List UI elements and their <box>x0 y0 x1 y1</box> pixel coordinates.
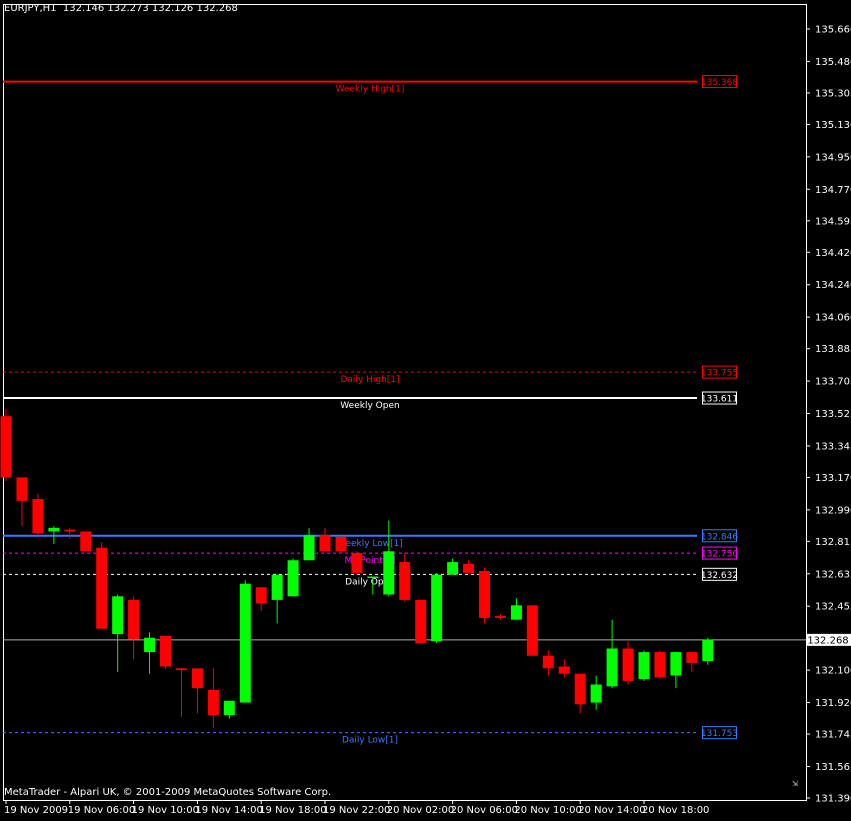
daily_open-price-label: 132.632 <box>701 571 738 581</box>
weekly_low-price-label: 132.846 <box>701 532 738 542</box>
daily_high-label: Daily High[1] <box>340 375 399 385</box>
y-tick-label: 133.525 <box>815 409 851 420</box>
candle-bear[interactable] <box>255 587 267 604</box>
candle-bear[interactable] <box>319 535 331 552</box>
candle-bull[interactable] <box>606 648 618 687</box>
candle-bull[interactable] <box>223 700 235 716</box>
scroll-shift-icon[interactable]: ⇲ <box>792 778 798 789</box>
copyright-text: MetaTrader - Alpari UK, © 2001-2009 Meta… <box>4 787 332 798</box>
bid-price-label: 132.268 <box>807 635 848 646</box>
candle-bear[interactable] <box>558 666 570 674</box>
candle-bull[interactable] <box>590 684 602 703</box>
weekly_open-price-label: 133.611 <box>701 395 738 405</box>
candle-bear[interactable] <box>207 689 219 716</box>
candle-bull[interactable] <box>383 551 395 595</box>
candle-bear[interactable] <box>175 668 187 671</box>
candle-bull[interactable] <box>144 637 156 653</box>
y-tick-label: 131.390 <box>815 794 851 805</box>
x-tick-label: 20 Nov 18:00 <box>642 805 709 816</box>
candle-bear[interactable] <box>542 655 554 669</box>
daily_high-price-label: 133.755 <box>701 369 738 379</box>
candle-bear[interactable] <box>351 553 363 573</box>
candle-bull[interactable] <box>367 576 379 578</box>
candle-bear[interactable] <box>622 648 634 681</box>
candle-bull[interactable] <box>670 652 682 676</box>
y-tick-label: 133.170 <box>815 473 851 484</box>
candle-bear[interactable] <box>415 599 427 644</box>
x-tick-label: 20 Nov 14:00 <box>578 805 645 816</box>
daily_low-price-label: 131.753 <box>701 729 738 739</box>
x-tick-label: 19 Nov 10:00 <box>132 805 199 816</box>
candle-bear[interactable] <box>686 652 698 663</box>
y-tick-label: 135.130 <box>815 120 851 131</box>
candle-bear[interactable] <box>128 599 140 640</box>
candle-bear[interactable] <box>335 536 347 552</box>
candle-bull[interactable] <box>239 583 251 703</box>
candle-bear[interactable] <box>64 529 76 532</box>
x-tick-label: 19 Nov 14:00 <box>195 805 262 816</box>
candle-bear[interactable] <box>160 635 171 667</box>
candle-bear[interactable] <box>399 562 411 600</box>
candle-bull[interactable] <box>638 652 650 680</box>
y-tick-label: 134.060 <box>815 313 851 324</box>
candle-bear[interactable] <box>96 547 108 629</box>
candle-bull[interactable] <box>112 596 124 635</box>
x-tick-label: 19 Nov 22:00 <box>323 805 390 816</box>
y-tick-label: 134.950 <box>815 152 851 163</box>
x-tick-label: 20 Nov 10:00 <box>514 805 581 816</box>
candle-bear[interactable] <box>80 531 92 552</box>
y-tick-label: 133.705 <box>815 377 851 388</box>
candle-bull[interactable] <box>510 605 522 620</box>
y-tick-label: 132.815 <box>815 537 851 548</box>
candle-bear[interactable] <box>32 499 44 534</box>
y-tick-label: 132.455 <box>815 602 851 613</box>
y-tick-label: 134.420 <box>815 248 851 259</box>
y-tick-label: 131.920 <box>815 698 851 709</box>
candle-bull[interactable] <box>271 574 283 600</box>
x-tick-label: 20 Nov 06:00 <box>451 805 518 816</box>
y-tick-label: 132.100 <box>815 666 851 677</box>
weekly_low-label: Weekly Low[1] <box>337 539 403 549</box>
y-tick-label: 132.635 <box>815 569 851 580</box>
weekly_open-label: Weekly Open <box>340 401 399 411</box>
symbol-info: EURJPY,H1 132.146 132.273 132.126 132.26… <box>4 3 238 14</box>
candle-bull[interactable] <box>287 560 299 597</box>
candle-bear[interactable] <box>479 571 490 618</box>
candle-bull[interactable] <box>48 527 60 532</box>
candle-bear[interactable] <box>654 652 666 678</box>
y-tick-label: 135.305 <box>815 88 851 99</box>
candle-bull[interactable] <box>303 535 315 561</box>
y-tick-label: 135.480 <box>815 57 851 68</box>
x-tick-label: 19 Nov 18:00 <box>259 805 326 816</box>
candle-bear[interactable] <box>0 416 12 478</box>
midpoint-price-label: 132.750 <box>701 550 738 560</box>
price-chart[interactable]: 135.660 135.480 135.305 135.130 134.950 134.7… <box>0 0 851 821</box>
y-tick-label: 132.990 <box>815 505 851 516</box>
chart-frame <box>3 4 807 801</box>
y-tick-label: 131.745 <box>815 730 851 741</box>
x-tick-label: 19 Nov 2009 <box>4 805 68 816</box>
candle-bull[interactable] <box>431 574 443 642</box>
candle-bear[interactable] <box>526 605 538 656</box>
candle-bull[interactable] <box>702 639 714 662</box>
candle-bear[interactable] <box>16 477 28 501</box>
candle-bull[interactable] <box>447 562 459 575</box>
weekly_high-label: Weekly High[1] <box>336 85 405 95</box>
y-tick-label: 134.595 <box>815 216 851 227</box>
y-tick-label: 133.345 <box>815 441 851 452</box>
y-tick-label: 135.660 <box>815 25 851 36</box>
candle-bear[interactable] <box>574 673 586 705</box>
candle-bear[interactable] <box>494 616 506 618</box>
x-tick-label: 19 Nov 06:00 <box>68 805 135 816</box>
daily_low-label: Daily Low[1] <box>342 736 398 746</box>
y-tick-label: 134.240 <box>815 280 851 291</box>
weekly_high-price-label: 135.368 <box>701 78 738 88</box>
candle-bear[interactable] <box>191 668 203 689</box>
y-tick-label: 133.885 <box>815 344 851 355</box>
y-tick-label: 134.770 <box>815 185 851 196</box>
candle-bear[interactable] <box>463 563 475 573</box>
y-tick-label: 131.565 <box>815 762 851 773</box>
x-tick-label: 20 Nov 02:00 <box>387 805 454 816</box>
